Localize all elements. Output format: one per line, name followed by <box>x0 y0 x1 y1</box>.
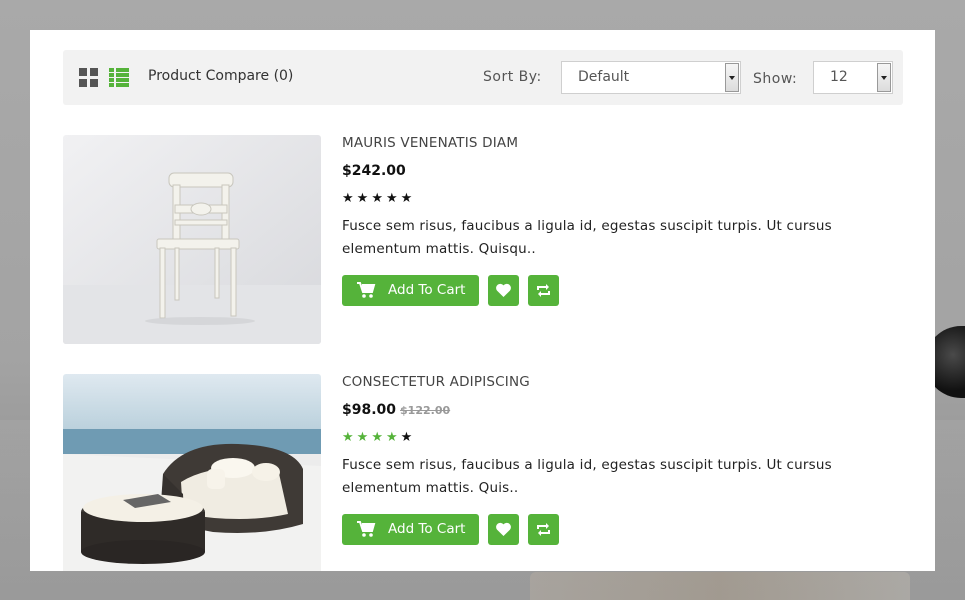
add-to-cart-label: Add To Cart <box>388 521 466 537</box>
current-price: $242.00 <box>342 163 406 179</box>
wishlist-button[interactable] <box>488 514 519 545</box>
star-icon: ★ <box>356 191 372 206</box>
product-image-chair[interactable] <box>63 135 321 344</box>
product-rating: ★★★★★ <box>342 430 902 445</box>
compare-icon <box>537 284 550 297</box>
product-price: $98.00 $122.00 <box>342 402 902 418</box>
compare-button[interactable] <box>528 514 559 545</box>
list-toolbar: Product Compare (0) Sort By: Default Sho… <box>63 50 903 105</box>
heart-icon <box>496 283 511 297</box>
compare-button[interactable] <box>528 275 559 306</box>
compare-icon <box>537 523 550 536</box>
grid-view-icon[interactable] <box>79 68 98 87</box>
product-actions: Add To Cart <box>342 275 902 306</box>
product-list-panel: Product Compare (0) Sort By: Default Sho… <box>30 30 935 571</box>
sort-select[interactable]: Default <box>561 61 741 94</box>
show-limit-select[interactable]: 12 <box>813 61 893 94</box>
star-icon: ★ <box>371 430 386 445</box>
add-to-cart-button[interactable]: Add To Cart <box>342 275 479 306</box>
add-to-cart-button[interactable]: Add To Cart <box>342 514 479 545</box>
star-icon: ★ <box>385 191 401 206</box>
product-price: $242.00 <box>342 163 902 179</box>
star-icon: ★ <box>400 191 416 206</box>
star-icon: ★ <box>371 191 386 206</box>
star-icon: ★ <box>342 430 357 445</box>
wishlist-button[interactable] <box>488 275 519 306</box>
product-item: CONSECTETUR ADIPISCING $98.00 $122.00 ★★★… <box>63 374 903 571</box>
product-name[interactable]: MAURIS VENENATIS DIAM <box>342 135 902 151</box>
star-icon: ★ <box>400 430 416 445</box>
star-icon: ★ <box>385 430 401 445</box>
sort-select-value: Default <box>578 69 630 85</box>
show-label: Show: <box>753 71 798 87</box>
product-compare-link[interactable]: Product Compare (0) <box>148 68 293 84</box>
chevron-down-icon <box>877 63 891 92</box>
cart-icon <box>357 282 376 298</box>
product-info: MAURIS VENENATIS DIAM $242.00 ★★★★★ Fusc… <box>342 135 902 306</box>
product-description: Fusce sem risus, faucibus a ligula id, e… <box>342 218 832 257</box>
chevron-down-icon <box>725 63 739 92</box>
old-price: $122.00 <box>400 404 451 417</box>
product-description: Fusce sem risus, faucibus a ligula id, e… <box>342 457 832 496</box>
show-limit-value: 12 <box>830 69 848 85</box>
list-view-icon[interactable] <box>109 68 129 87</box>
product-info: CONSECTETUR ADIPISCING $98.00 $122.00 ★★★… <box>342 374 902 545</box>
product-actions: Add To Cart <box>342 514 902 545</box>
current-price: $98.00 <box>342 402 397 418</box>
heart-icon <box>496 522 511 536</box>
product-item: MAURIS VENENATIS DIAM $242.00 ★★★★★ Fusc… <box>63 135 903 345</box>
product-image-lounge-chair[interactable] <box>63 374 321 571</box>
star-icon: ★ <box>342 191 357 206</box>
backdrop-rug <box>530 572 910 600</box>
product-name[interactable]: CONSECTETUR ADIPISCING <box>342 374 902 390</box>
add-to-cart-label: Add To Cart <box>388 282 466 298</box>
cart-icon <box>357 521 376 537</box>
star-icon: ★ <box>356 430 372 445</box>
product-rating: ★★★★★ <box>342 191 902 206</box>
sort-by-label: Sort By: <box>483 69 542 85</box>
